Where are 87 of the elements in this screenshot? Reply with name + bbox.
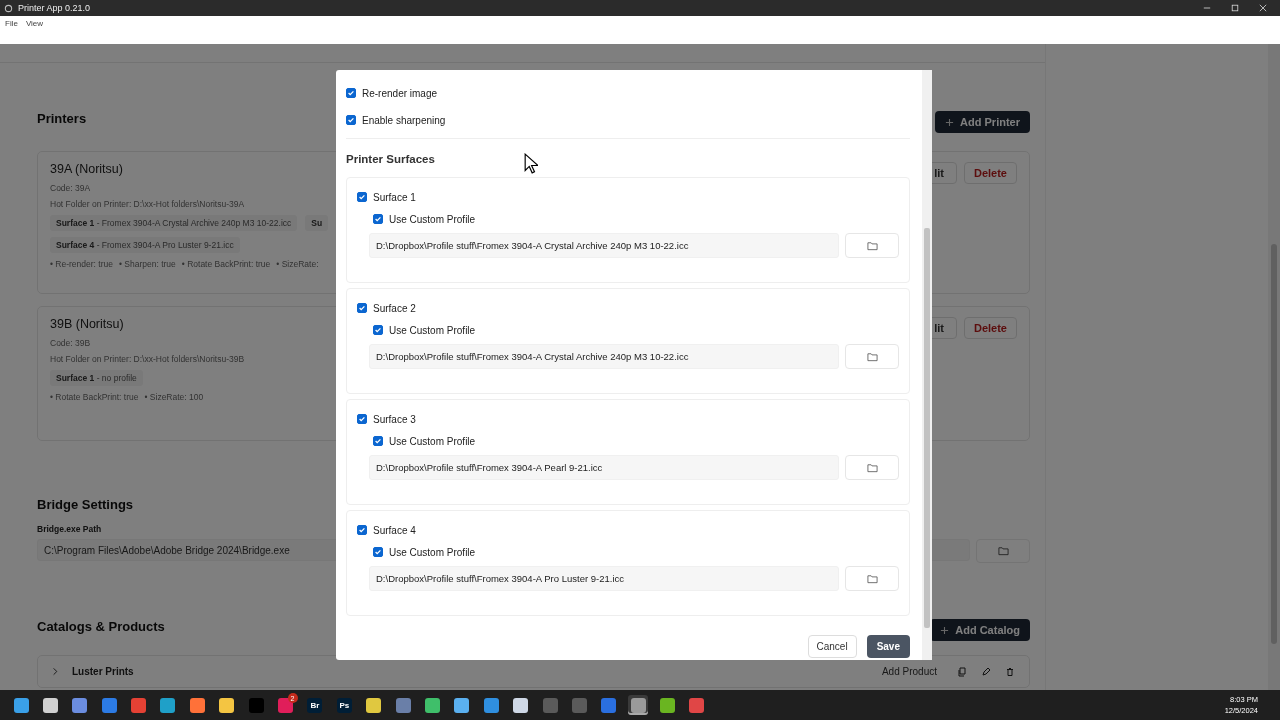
checkbox[interactable] (346, 88, 356, 98)
checkbox[interactable] (357, 525, 367, 535)
checkbox-label: Use Custom Profile (389, 435, 476, 447)
setting-text: • Re-render: true (50, 259, 113, 269)
profile-path-field[interactable]: D:\Dropbox\Profile stuff\Fromex 3904-A Pearl 9-21.icc (369, 455, 839, 480)
setting-text: • Rotate BackPrint: true (181, 259, 271, 269)
field-label: Bridge.exe Path (37, 524, 102, 534)
section-heading: Bridge Settings (37, 497, 134, 512)
taskbar-app-icon[interactable]: Br (304, 695, 325, 715)
copy-icon[interactable] (957, 666, 967, 677)
checkbox-label: Surface 3 (373, 413, 416, 425)
taskbar-app-icon[interactable] (157, 695, 178, 715)
taskbar-app-icon[interactable] (481, 695, 502, 715)
edit-icon[interactable] (981, 666, 991, 677)
taskbar-app-icon[interactable] (187, 695, 208, 715)
checkbox-label: Use Custom Profile (389, 324, 476, 336)
scrollbar-thumb[interactable] (924, 228, 930, 628)
add-catalog-button[interactable]: Add Catalog (930, 619, 1030, 641)
setting-text: • Sharpen: true (119, 259, 176, 269)
menu-item[interactable]: View (25, 16, 44, 28)
setting-text: • SizeRate: 100 (144, 392, 204, 402)
printer-name: 39A (Noritsu) (50, 162, 124, 176)
plus-icon (945, 117, 955, 127)
surface-chip: Su (305, 215, 329, 231)
menu-item[interactable]: File (5, 16, 18, 28)
setting-text: • Rotate BackPrint: true (50, 392, 139, 402)
checkbox[interactable] (373, 436, 383, 446)
maximize-icon[interactable] (1231, 4, 1239, 12)
checkbox[interactable] (373, 325, 383, 335)
folder-icon (997, 546, 1009, 556)
hot-folder-path: Hot Folder on Printer: D:\xx-Hot folders\Noritsu-39A (50, 199, 246, 209)
close-icon[interactable] (1259, 4, 1267, 12)
checkbox-label: Surface 2 (373, 302, 416, 314)
plus-icon (940, 625, 950, 635)
checkbox[interactable] (373, 214, 383, 224)
checkbox-label: Enable sharpening (362, 114, 446, 126)
section-heading: Printer Surfaces (346, 153, 435, 165)
taskbar-app-icon[interactable] (510, 695, 531, 715)
surface-chip: Surface 4- Fromex 3904-A Pro Luster 9-21.icc (50, 237, 240, 253)
window-title: Printer App 0.21.0 (18, 3, 91, 13)
checkbox-label: Use Custom Profile (389, 213, 476, 225)
taskbar-app-icon[interactable] (628, 695, 649, 715)
checkbox[interactable] (357, 414, 367, 424)
checkbox-label: Surface 1 (373, 191, 416, 203)
save-button[interactable]: Save (866, 635, 910, 658)
checkbox-label: Re-render image (362, 87, 438, 99)
taskbar-app-icon[interactable] (657, 695, 678, 715)
taskbar-app-icon[interactable]: Ps (334, 695, 355, 715)
setting-text: • SizeRate: (276, 259, 319, 269)
taskbar-app-icon[interactable] (363, 695, 384, 715)
profile-path-field[interactable]: D:\Dropbox\Profile stuff\Fromex 3904-A Crystal Archive 240p M3 10-22.icc (369, 344, 839, 369)
chevron-icon[interactable] (52, 667, 58, 676)
profile-path-field[interactable]: D:\Dropbox\Profile stuff\Fromex 3904-A Pro Luster 9-21.icc (369, 566, 839, 591)
hot-folder-path: Hot Folder on Printer: D:\xx-Hot folders\Noritsu-39B (50, 354, 245, 364)
folder-icon (866, 351, 878, 362)
folder-icon (866, 462, 878, 473)
folder-icon (866, 573, 878, 584)
profile-path-field[interactable]: D:\Dropbox\Profile stuff\Fromex 3904-A Crystal Archive 240p M3 10-22.icc (369, 233, 839, 258)
cancel-button[interactable]: Cancel (807, 635, 857, 658)
surface-chip: Surface 1 - no profile (50, 370, 143, 386)
section-heading: Catalogs & Products (37, 619, 165, 634)
add-printer-button[interactable]: Add Printer (935, 111, 1030, 133)
taskbar-app-icon[interactable] (11, 695, 31, 715)
scrollbar-thumb[interactable] (1271, 244, 1277, 644)
checkbox-label: Use Custom Profile (389, 546, 476, 558)
taskbar-app-icon[interactable] (451, 695, 472, 715)
catalog-name: Luster Prints (72, 666, 134, 677)
minimize-icon[interactable] (1203, 4, 1211, 12)
checkbox-label: Surface 4 (373, 524, 416, 536)
add-product-link[interactable]: Add Product (881, 666, 937, 677)
surface-chip: Surface 1 - Fromex 3904-A Crystal Archive 240p M3 10-22.icc (50, 215, 298, 231)
taskbar-app-icon[interactable] (422, 695, 443, 715)
checkbox[interactable] (357, 303, 367, 313)
taskbar-app-icon[interactable] (216, 695, 237, 715)
checkbox[interactable] (373, 547, 383, 557)
trash-icon[interactable] (1005, 666, 1015, 677)
cursor-icon (524, 153, 538, 174)
app-icon (4, 3, 13, 13)
section-heading: Printers (37, 111, 87, 126)
folder-icon (866, 240, 878, 251)
printer-code: Code: 39B (50, 338, 92, 348)
printer-name: 39B (Noritsu) (50, 317, 125, 331)
checkbox[interactable] (346, 115, 356, 125)
taskbar-app-icon[interactable] (40, 695, 61, 715)
taskbar-app-icon[interactable] (69, 695, 90, 715)
printer-code: Code: 39A (50, 183, 92, 193)
checkbox[interactable] (357, 192, 367, 202)
